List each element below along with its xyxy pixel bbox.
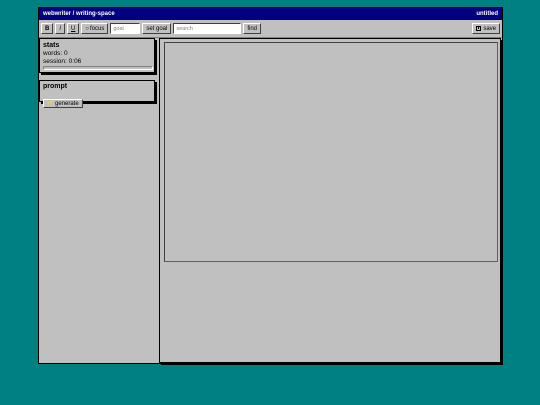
- find-button[interactable]: find: [243, 23, 262, 34]
- focus-button[interactable]: ○ focus: [81, 23, 109, 34]
- set-goal-button[interactable]: set goal: [142, 23, 172, 34]
- italic-button[interactable]: I: [55, 23, 66, 34]
- save-button[interactable]: save: [472, 23, 500, 34]
- goal-input[interactable]: [110, 23, 141, 34]
- stats-title: stats: [43, 42, 60, 49]
- underline-button[interactable]: U: [67, 23, 80, 34]
- writing-area[interactable]: [164, 42, 498, 262]
- bold-button[interactable]: B: [41, 23, 54, 34]
- word-count: words: 0: [43, 50, 68, 57]
- wand-icon: ✨: [47, 100, 54, 106]
- toolbar: B I U ○ focus set goal find save: [39, 20, 502, 38]
- editor-panel: [159, 38, 501, 363]
- stats-panel: stats words: 0 session: 0:06: [39, 38, 155, 73]
- prompt-title: prompt: [43, 83, 68, 90]
- title-bar: webwriter / writing-space untitled: [39, 8, 502, 20]
- window-title: webwriter / writing-space: [43, 11, 115, 17]
- search-input[interactable]: [173, 23, 242, 34]
- session-time: session: 0:06: [43, 57, 82, 65]
- prompt-panel: prompt ✨ generate: [39, 80, 155, 108]
- save-icon: [476, 26, 482, 31]
- save-button-label: save: [483, 25, 496, 32]
- focus-icon: ○: [85, 25, 89, 32]
- generate-button-label: generate: [55, 100, 79, 107]
- focus-button-label: focus: [89, 25, 105, 32]
- generate-button[interactable]: ✨ generate: [43, 99, 83, 108]
- goal-progress-bar: [43, 66, 153, 70]
- document-name[interactable]: untitled: [476, 11, 498, 17]
